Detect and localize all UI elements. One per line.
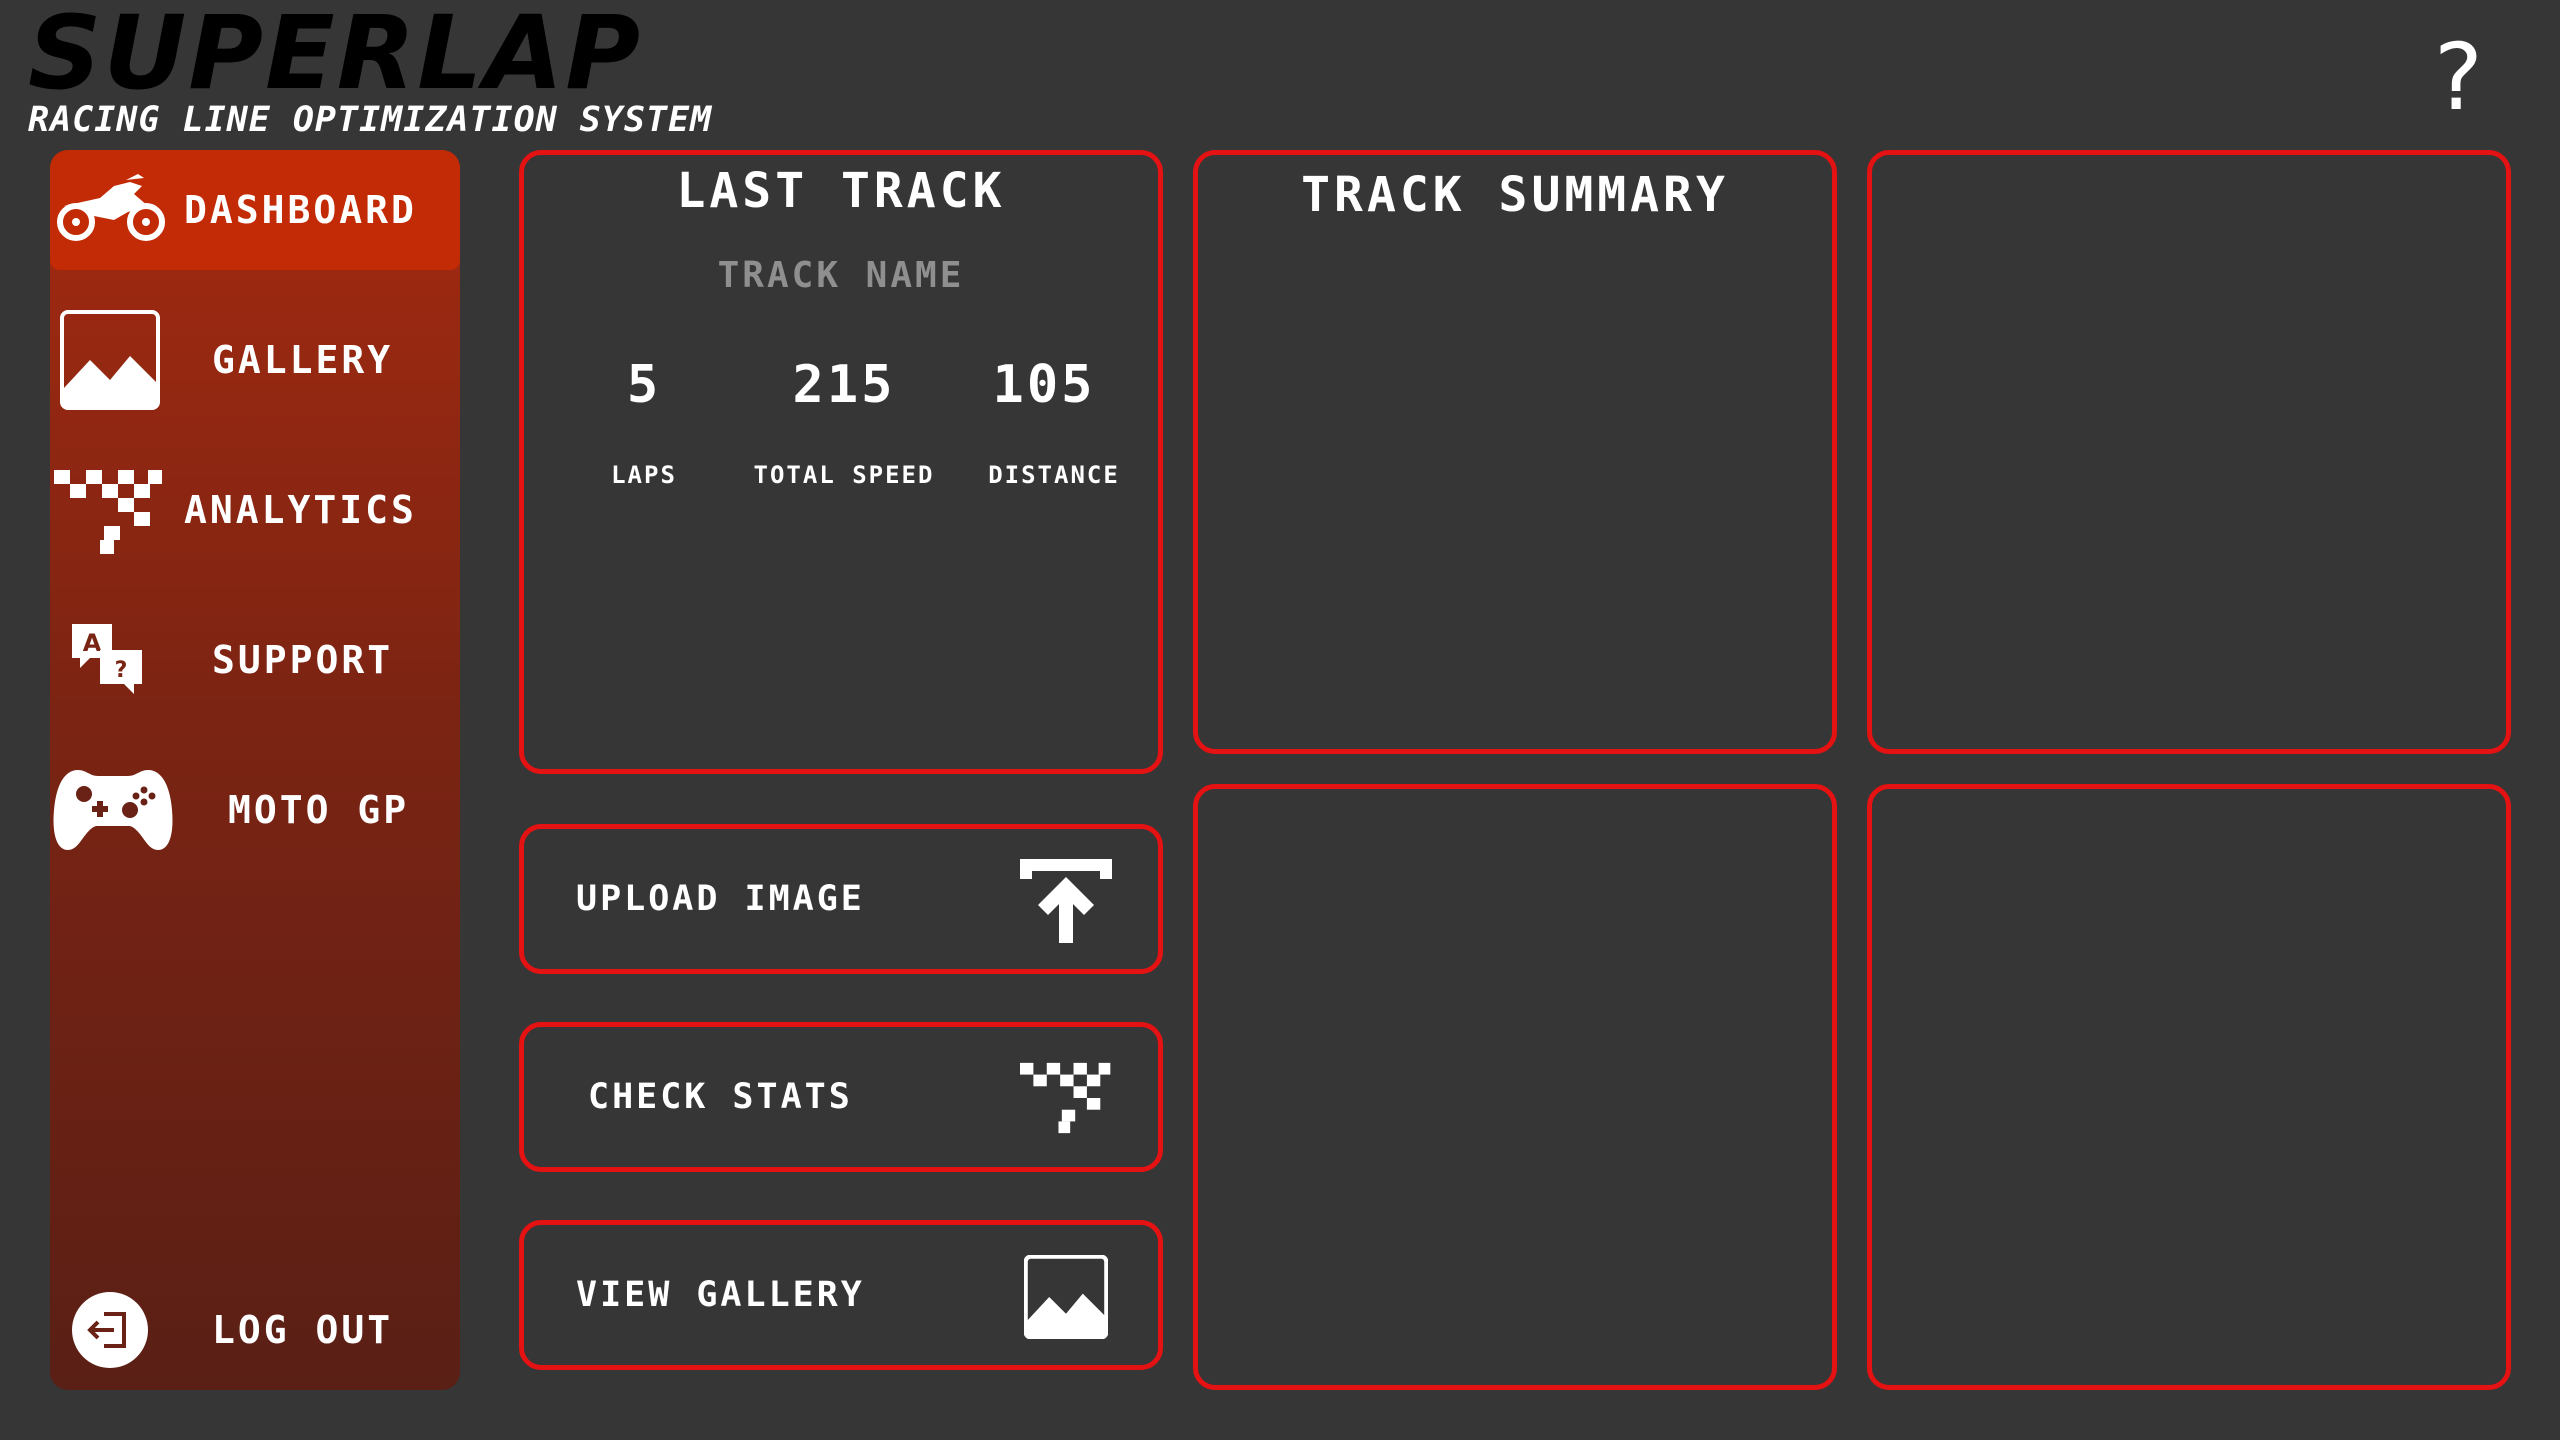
sidebar-item-gallery[interactable]: GALLERY [50, 300, 460, 420]
empty-panel-top-right [1867, 150, 2511, 754]
sidebar-item-analytics[interactable]: ANALYTICS [50, 450, 460, 570]
panel-title: TRACK SUMMARY [1301, 167, 1729, 223]
checkered-flag-icon [54, 470, 162, 554]
sidebar: DASHBOARD GALLERY ANALYTICS A ? SUPPORT … [50, 150, 460, 1390]
sidebar-item-label: SUPPORT [212, 638, 394, 682]
panel-title: LAST TRACK [676, 163, 1006, 219]
gamepad-icon [53, 770, 173, 850]
sidebar-item-label: GALLERY [212, 338, 394, 382]
stat-laps: 5 LAPS [544, 355, 744, 489]
brand: SUPERLAP RACING LINE OPTIMIZATION SYSTEM [28, 0, 713, 141]
app-title: SUPERLAP [28, 0, 642, 113]
view-gallery-label: VIEW GALLERY [576, 1275, 865, 1315]
stat-value: 5 [626, 355, 662, 415]
view-gallery-button[interactable]: VIEW GALLERY [519, 1220, 1163, 1370]
translate-help-icon: A ? [72, 624, 142, 694]
stat-distance: 105 DISTANCE [944, 355, 1164, 489]
last-track-panel: LAST TRACK TRACK NAME 5 LAPS 215 TOTAL S… [519, 150, 1163, 774]
sidebar-item-label: DASHBOARD [184, 188, 417, 232]
sidebar-item-moto-gp[interactable]: MOTO GP [50, 750, 460, 870]
check-stats-button[interactable]: CHECK STATS [519, 1022, 1163, 1172]
empty-panel-bottom-right [1867, 784, 2511, 1390]
upload-image-button[interactable]: UPLOAD IMAGE [519, 824, 1163, 974]
sidebar-item-label: ANALYTICS [184, 488, 417, 532]
image-icon [1024, 1255, 1108, 1339]
sidebar-item-dashboard[interactable]: DASHBOARD [50, 150, 460, 270]
motorcycle-icon [57, 174, 165, 241]
help-button[interactable]: ? [2434, 28, 2483, 128]
stat-value: 105 [992, 355, 1096, 415]
upload-image-label: UPLOAD IMAGE [576, 879, 865, 919]
stat-value: 215 [792, 355, 896, 415]
app-subtitle: RACING LINE OPTIMIZATION SYSTEM [28, 100, 713, 140]
logout-button[interactable]: LOG OUT [50, 1270, 460, 1390]
logout-icon [72, 1292, 148, 1368]
empty-panel-bottom-left [1193, 784, 1837, 1390]
svg-text:?: ? [115, 658, 128, 683]
stat-total-speed: 215 TOTAL SPEED [744, 355, 944, 489]
sidebar-item-label: MOTO GP [228, 788, 410, 832]
upload-icon [1020, 859, 1112, 943]
logout-label: LOG OUT [212, 1308, 394, 1352]
check-stats-label: CHECK STATS [588, 1077, 853, 1117]
stat-label: DISTANCE [988, 461, 1120, 489]
track-name: TRACK NAME [717, 255, 965, 296]
image-icon [60, 310, 160, 410]
svg-text:A: A [83, 629, 102, 657]
track-summary-panel: TRACK SUMMARY [1193, 150, 1837, 754]
stat-label: LAPS [611, 461, 677, 489]
stat-label: TOTAL SPEED [753, 461, 935, 489]
checkered-flag-icon [1020, 1062, 1111, 1134]
sidebar-item-support[interactable]: A ? SUPPORT [50, 600, 460, 720]
